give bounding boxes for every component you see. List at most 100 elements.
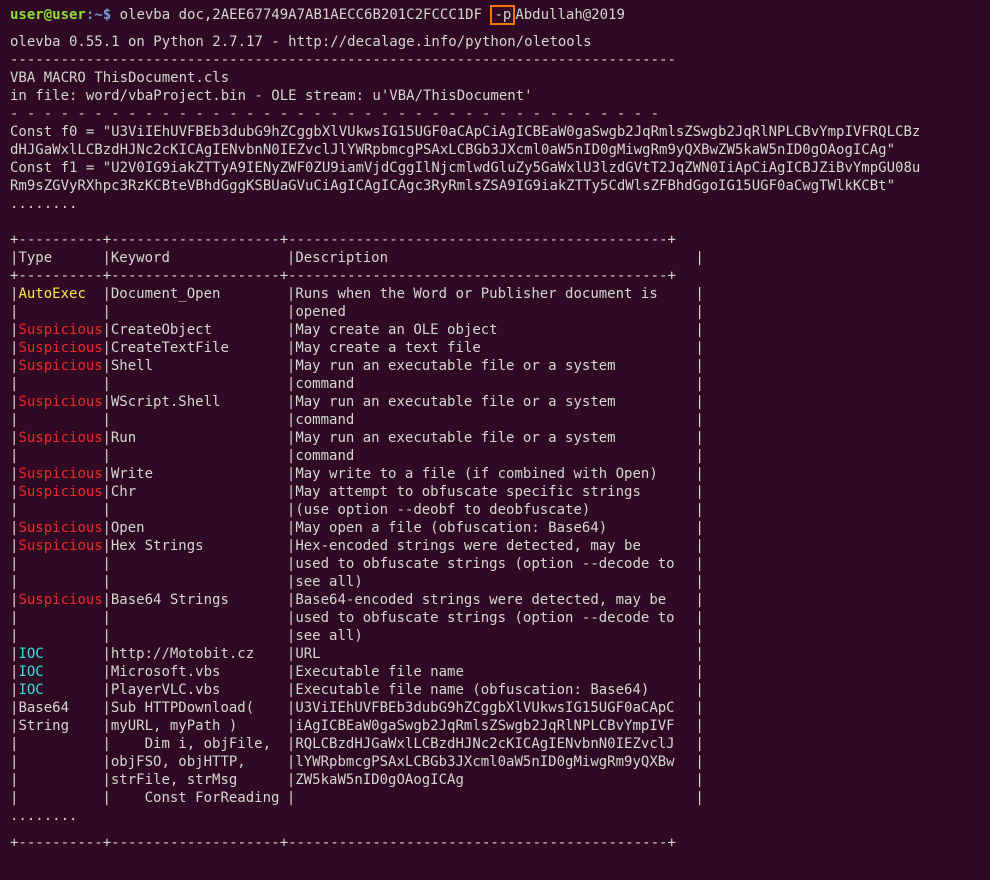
type-cell: Suspicious	[18, 358, 103, 374]
code-line: Const f1 = "U2V0IG9iakZTTyA9IENyZWF0ZU9i…	[10, 160, 921, 176]
description-cell: see all)	[295, 574, 363, 590]
description-cell: Executable file name	[295, 664, 464, 680]
type-cell: Suspicious	[18, 340, 103, 356]
type-cell: Suspicious	[18, 592, 103, 608]
type-cell: Suspicious	[18, 322, 103, 338]
description-cell: ZW5kaW5nID0gOAogICAg	[295, 772, 464, 788]
keyword-cell: myURL, myPath )	[110, 718, 238, 734]
results-table: +----------+--------------------+-------…	[10, 231, 990, 852]
table-row: | | |(use option --deobf to deobfuscate) |	[10, 502, 704, 518]
table-row: |Suspicious|Open |May open a file (obfusc…	[10, 520, 704, 536]
keyword-cell: Open	[110, 520, 145, 536]
description-cell: May run an executable file or a system	[295, 430, 616, 446]
keyword-cell: strFile, strMsg	[110, 772, 238, 788]
description-cell: May create an OLE object	[295, 322, 498, 338]
description-cell: RQLCBzdHJGaWxlLCBzdHJNc2cKICAgIENvbnN0IE…	[295, 736, 675, 752]
table-row: |Suspicious|Hex Strings |Hex-encoded stri…	[10, 538, 704, 554]
keyword-cell: WScript.Shell	[110, 394, 221, 410]
table-row: | | |used to obfuscate strings (option --d…	[10, 556, 704, 572]
description-cell: May open a file (obfuscation: Base64)	[295, 520, 608, 536]
keyword-cell: Base64 Strings	[110, 592, 229, 608]
table-header-row: |Type |Keyword |Description |	[10, 250, 704, 266]
description-cell: command	[295, 376, 355, 392]
keyword-cell: Keyword	[110, 250, 170, 266]
table-row: |Suspicious|Write |May write to a file (i…	[10, 466, 704, 482]
olevba-banner: olevba 0.55.1 on Python 2.7.17 - http://…	[10, 34, 592, 50]
command-text: olevba doc,2AEE67749A7AB1AECC6B201C2FCCC…	[119, 7, 483, 23]
table-row: |IOC |Microsoft.vbs |Executable file name |	[10, 664, 704, 680]
description-cell: used to obfuscate strings (option --deco…	[295, 556, 675, 572]
table-row: |IOC |http://Motobit.cz |URL |	[10, 646, 704, 662]
code-line: Const f0 = "U3ViIEhUVFBEb3dubG9hZCggbXlV…	[10, 124, 921, 140]
keyword-cell: Chr	[110, 484, 137, 500]
vba-stream-info: in file: word/vbaProject.bin - OLE strea…	[10, 88, 533, 104]
description-cell: May write to a file (if combined with Op…	[295, 466, 658, 482]
dash-separator: - - - - - - - - - - - - - - - - - - - - …	[10, 106, 660, 122]
type-cell: IOC	[18, 646, 44, 662]
description-cell: command	[295, 412, 355, 428]
keyword-cell: http://Motobit.cz	[110, 646, 255, 662]
type-cell: Suspicious	[18, 430, 103, 446]
keyword-cell: PlayerVLC.vbs	[110, 682, 221, 698]
table-row: |IOC |PlayerVLC.vbs |Executable file name …	[10, 682, 704, 698]
keyword-cell: objFSO, objHTTP,	[110, 754, 246, 770]
type-cell: Base64	[18, 700, 70, 716]
table-row: |String |myURL, myPath ) |iAgICBEaW0gaSwgb…	[10, 718, 704, 734]
table-row: | | |command |	[10, 412, 704, 428]
code-line: Rm9sZGVyRXhpc3RzKCBteVBhdGggKSBUaGVuCiAg…	[10, 178, 896, 194]
keyword-cell: Write	[110, 466, 154, 482]
table-row: |Base64 |Sub HTTPDownload(|U3ViIEhUVFBEb3…	[10, 700, 704, 716]
description-cell: see all)	[295, 628, 363, 644]
description-cell: URL	[295, 646, 321, 662]
table-row: | |objFSO, objHTTP, |lYWRpbmcgPSAxLCBGb3JX…	[10, 754, 704, 770]
table-row: |Suspicious|CreateObject |May create an O…	[10, 322, 704, 338]
command-line: user@user:~$ olevba doc,2AEE67749A7AB1AE…	[10, 5, 990, 25]
type-cell: String	[18, 718, 70, 734]
type-cell: IOC	[18, 682, 44, 698]
prompt-path: :~$	[85, 7, 112, 23]
description-cell: U3ViIEhUVFBEb3dubG9hZCggbXlVUkwsIG15UGF0…	[295, 700, 675, 716]
description-cell: Base64-encoded strings were detected, ma…	[295, 592, 667, 608]
description-cell: Runs when the Word or Publisher document…	[295, 286, 658, 302]
type-cell: Suspicious	[18, 394, 103, 410]
description-cell: Description	[295, 250, 389, 266]
table-gap	[10, 825, 990, 834]
table-row: |AutoExec |Document_Open |Runs when the Wo…	[10, 286, 704, 302]
description-cell: command	[295, 448, 355, 464]
type-cell: IOC	[18, 664, 44, 680]
table-border-top: +----------+--------------------+-------…	[10, 232, 676, 248]
keyword-cell: CreateObject	[110, 322, 213, 338]
table-row: |Suspicious|CreateTextFile |May create a …	[10, 340, 704, 356]
description-cell: Executable file name (obfuscation: Base6…	[295, 682, 650, 698]
table-row: | | Const ForReading | |	[10, 790, 704, 806]
description-cell: lYWRpbmcgPSAxLCBGb3JXcml0aW5nID0gMiwgRm9…	[295, 754, 675, 770]
table-row: |Suspicious|WScript.Shell |May run an exe…	[10, 394, 704, 410]
table-row: | | |see all) |	[10, 628, 704, 644]
table-row: |Suspicious|Base64 Strings |Base64-encode…	[10, 592, 704, 608]
keyword-cell: CreateTextFile	[110, 340, 229, 356]
terminal-window[interactable]: user@user:~$ olevba doc,2AEE67749A7AB1AE…	[0, 0, 990, 880]
table-border-header: +----------+--------------------+-------…	[10, 268, 676, 284]
keyword-cell: Const ForReading	[110, 790, 280, 806]
table-row: | |strFile, strMsg |ZW5kaW5nID0gOAogICAg |	[10, 772, 704, 788]
table-row: | | |opened |	[10, 304, 704, 320]
keyword-cell: Sub HTTPDownload(	[110, 700, 255, 716]
description-cell: May create a text file	[295, 340, 481, 356]
description-cell: (use option --deobf to deobfuscate)	[295, 502, 591, 518]
table-ellipsis: ........	[10, 808, 78, 824]
keyword-cell: Microsoft.vbs	[110, 664, 221, 680]
description-cell: Hex-encoded strings were detected, may b…	[295, 538, 641, 554]
keyword-cell: Run	[110, 430, 137, 446]
keyword-cell: Hex Strings	[110, 538, 204, 554]
table-row: |Suspicious|Chr |May attempt to obfuscate…	[10, 484, 704, 500]
type-cell: Suspicious	[18, 466, 103, 482]
description-cell: May run an executable file or a system	[295, 394, 616, 410]
description-cell: iAgICBEaW0gaSwgb2JqRmlsZSwgb2JqRlNPLCBvY…	[295, 718, 675, 734]
table-row: |Suspicious|Shell |May run an executable …	[10, 358, 704, 374]
table-row: | | |used to obfuscate strings (option --d…	[10, 610, 704, 626]
type-cell: Suspicious	[18, 520, 103, 536]
table-row: | | |see all) |	[10, 574, 704, 590]
description-cell: May run an executable file or a system	[295, 358, 616, 374]
keyword-cell: Document_Open	[110, 286, 221, 302]
code-ellipsis: ........	[10, 196, 78, 212]
